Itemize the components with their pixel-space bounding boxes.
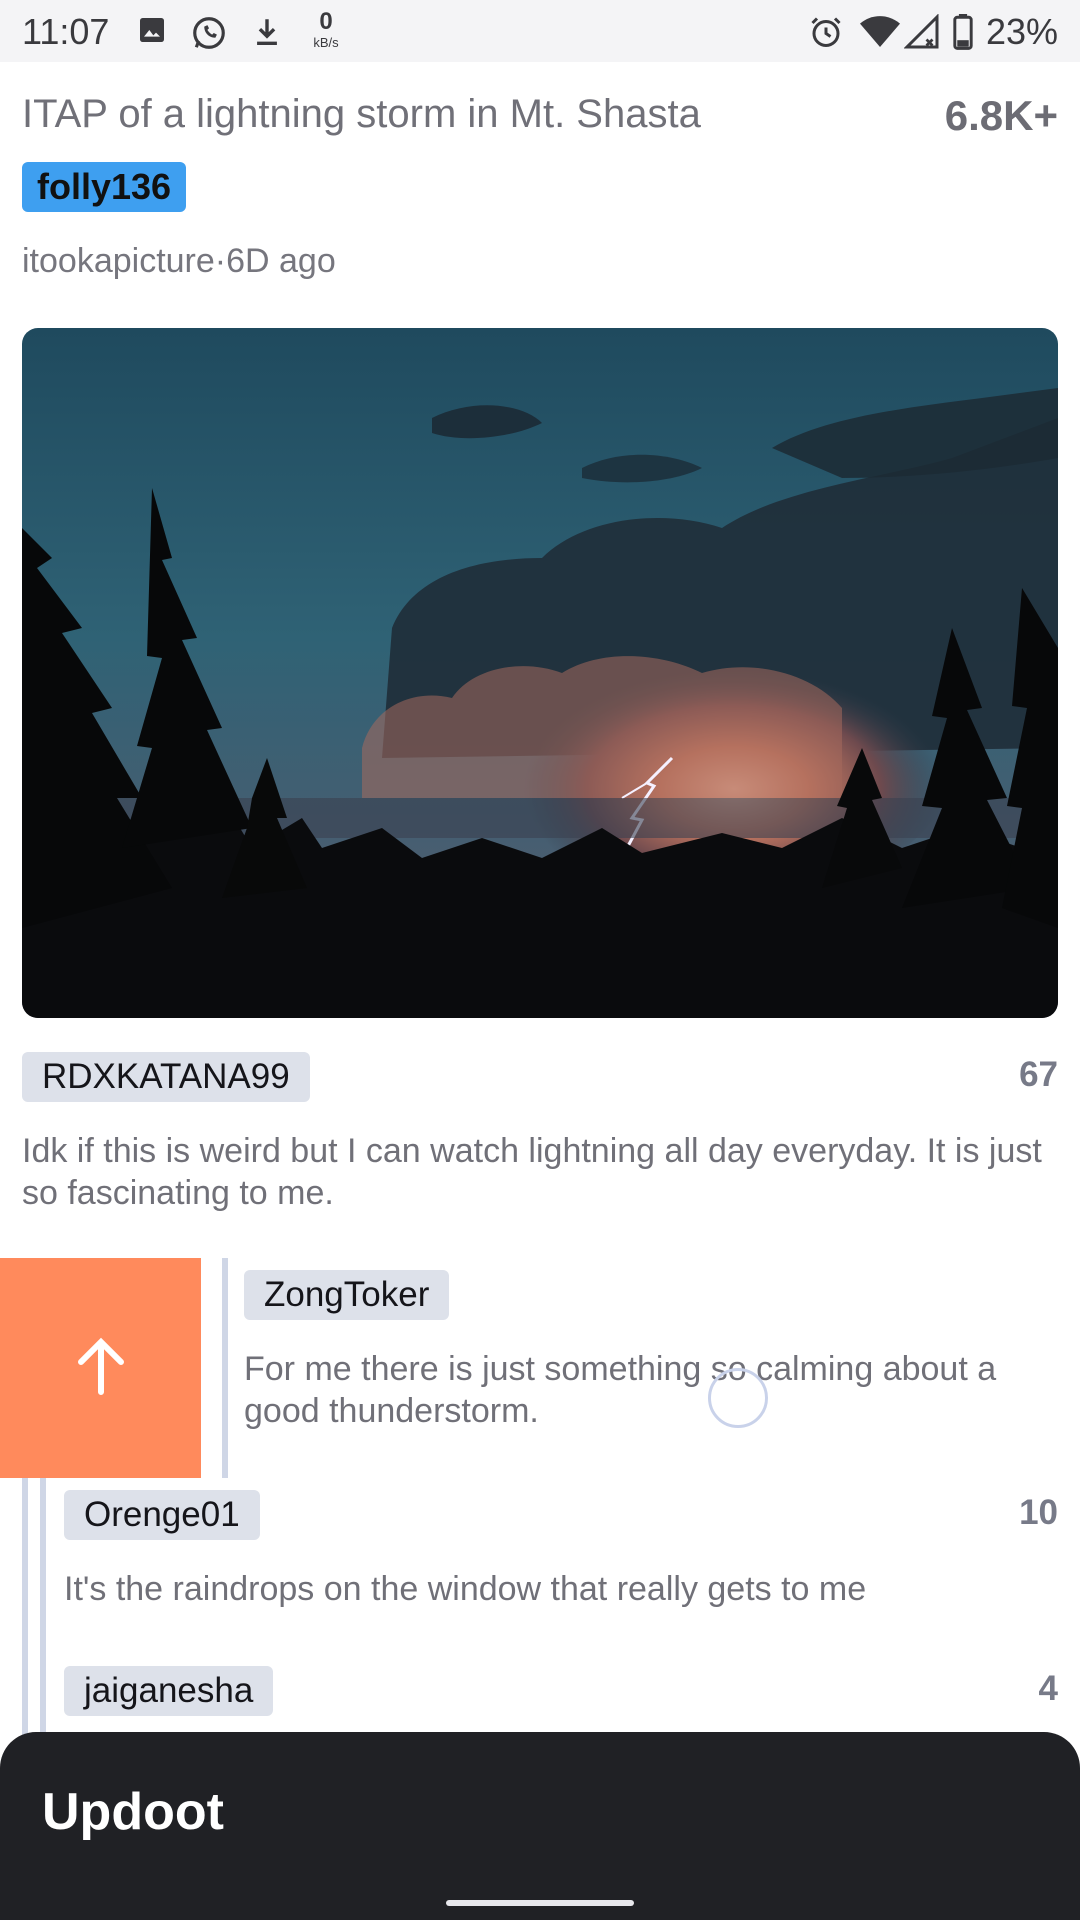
comment-score: 4 bbox=[1038, 1669, 1058, 1708]
post-score: 6.8K+ bbox=[944, 92, 1058, 139]
battery-icon bbox=[953, 14, 973, 50]
signal-icon bbox=[904, 14, 939, 49]
alarm-icon bbox=[811, 17, 841, 47]
home-indicator[interactable] bbox=[446, 1900, 634, 1906]
comment-body[interactable]: Idk if this is weird but I can watch lig… bbox=[22, 1130, 1067, 1214]
download-icon bbox=[257, 19, 277, 46]
battery-percent: 23% bbox=[985, 11, 1058, 52]
comment-score: 67 bbox=[1019, 1055, 1058, 1094]
snackbar: Updoot bbox=[0, 1732, 1080, 1920]
comment-body[interactable]: For me there is just something so calmin… bbox=[244, 1348, 1080, 1436]
meta-separator: · bbox=[214, 242, 227, 280]
subreddit-name[interactable]: itookapicture bbox=[22, 242, 215, 280]
post-title[interactable]: ITAP of a lightning storm in Mt. Shasta bbox=[22, 90, 882, 138]
comment-body[interactable]: It's the raindrops on the window that re… bbox=[64, 1568, 1064, 1610]
snackbar-message: Updoot bbox=[42, 1783, 224, 1841]
wifi-icon bbox=[860, 16, 900, 47]
status-bar: 11:07 0 kB/s 23% bbox=[0, 0, 1080, 62]
upvote-arrow-icon bbox=[78, 1337, 124, 1395]
status-time: 11:07 bbox=[22, 11, 110, 52]
comment-author-chip[interactable]: RDXKATANA99 bbox=[22, 1052, 310, 1102]
image-icon bbox=[140, 18, 164, 42]
comment-author-chip[interactable]: ZongToker bbox=[244, 1270, 450, 1320]
touch-ripple bbox=[708, 1368, 768, 1428]
post-author-chip[interactable]: folly136 bbox=[22, 162, 187, 212]
post-age: 6D ago bbox=[226, 242, 336, 280]
whatsapp-icon bbox=[193, 17, 225, 49]
comment-thread-rail bbox=[40, 1478, 46, 1738]
post-meta: itookapicture·6D ago bbox=[22, 242, 336, 281]
post-image[interactable] bbox=[22, 328, 1058, 1018]
comment-author-chip[interactable]: Orenge01 bbox=[64, 1490, 260, 1540]
comment-thread-rail bbox=[22, 1478, 28, 1738]
comment-author-chip[interactable]: jaiganesha bbox=[64, 1666, 274, 1716]
comment-thread-rail bbox=[222, 1258, 228, 1478]
comment-score: 10 bbox=[1019, 1493, 1058, 1532]
net-speed: 0 kB/s bbox=[313, 8, 339, 50]
upvote-swipe-action[interactable] bbox=[0, 1258, 201, 1478]
